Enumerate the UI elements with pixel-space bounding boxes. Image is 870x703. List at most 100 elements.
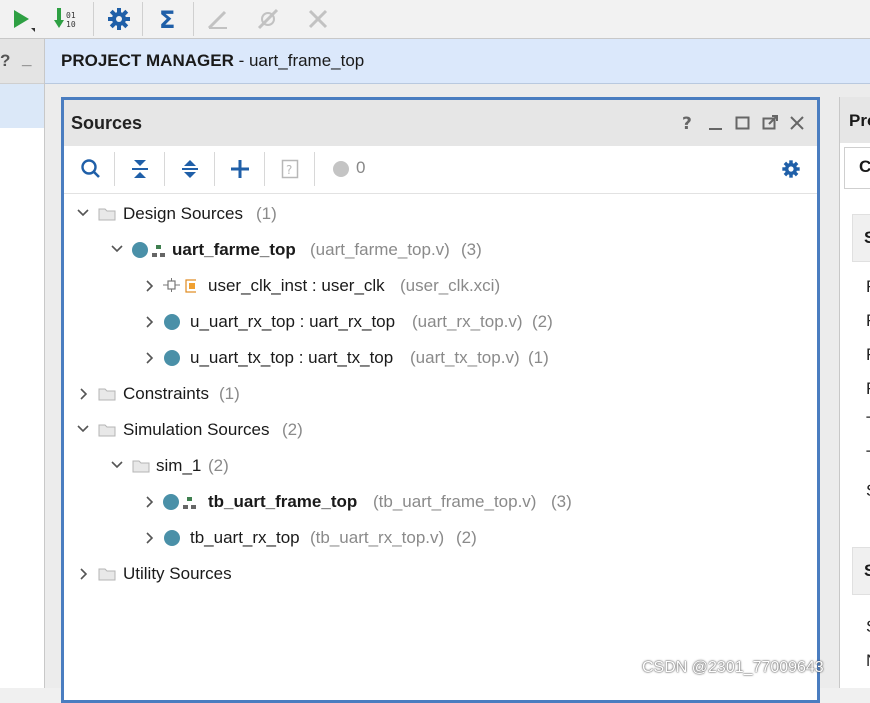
summary-item: F	[866, 379, 870, 399]
tree-node-tb-uart-rx-top[interactable]: tb_uart_rx_top (tb_uart_rx_top.v) (2)	[142, 521, 762, 555]
section-label: S	[864, 561, 870, 580]
summary-item: F	[866, 311, 870, 331]
project-summary-header: Pro	[840, 97, 870, 143]
tree-label: Simulation Sources	[123, 420, 270, 439]
tree-label: Utility Sources	[123, 564, 232, 583]
chevron-down-icon[interactable]	[76, 413, 90, 447]
svg-text:10: 10	[66, 20, 76, 29]
tree-node-user-clk-inst[interactable]: user_clk_inst : user_clk (user_clk.xci)	[142, 269, 762, 303]
close-icon[interactable]	[788, 114, 806, 132]
chevron-right-icon[interactable]	[76, 557, 90, 591]
tree-count: (3)	[461, 240, 482, 259]
svg-text:01: 01	[66, 11, 76, 20]
tree-count: (2)	[208, 456, 229, 475]
chevron-down-icon[interactable]	[110, 449, 124, 483]
overview-tab[interactable]: C	[844, 147, 870, 189]
summary-item: F	[866, 277, 870, 297]
sources-panel: Sources ? ? 0 Design Sources (1) uart_fa…	[61, 97, 820, 703]
chevron-right-icon[interactable]	[142, 485, 156, 519]
module-dot-icon	[164, 350, 180, 366]
module-dot-icon	[163, 494, 179, 510]
tree-node-utility-sources[interactable]: Utility Sources	[76, 557, 776, 591]
tree-count: (2)	[532, 312, 553, 331]
tree-node-u-uart-rx-top[interactable]: u_uart_rx_top : uart_rx_top (uart_rx_top…	[142, 305, 762, 339]
tree-label: Constraints	[123, 384, 209, 403]
tree-label: sim_1	[156, 456, 202, 475]
folder-icon	[98, 388, 116, 401]
run-icon[interactable]	[5, 4, 35, 34]
tree-count: (3)	[551, 492, 572, 511]
toolbar-separator	[164, 152, 165, 186]
svg-text:?: ?	[682, 114, 692, 132]
gear-icon[interactable]	[778, 156, 804, 182]
chevron-right-icon[interactable]	[76, 377, 90, 411]
folder-icon	[98, 568, 116, 581]
tree-file: (tb_uart_rx_top.v)	[310, 528, 445, 547]
folder-icon	[98, 424, 116, 437]
tree-node-tb-uart-frame-top[interactable]: tb_uart_frame_top (tb_uart_frame_top.v) …	[142, 485, 762, 519]
tree-file: (tb_uart_frame_top.v)	[373, 492, 537, 511]
tree-node-design-sources[interactable]: Design Sources (1)	[76, 197, 776, 231]
tree-file: (user_clk.xci)	[400, 276, 501, 295]
tree-node-uart-farme-top[interactable]: uart_farme_top (uart_farme_top.v) (3)	[110, 233, 770, 267]
folder-icon	[132, 460, 150, 473]
tree-node-constraints[interactable]: Constraints (1)	[76, 377, 776, 411]
tree-label: u_uart_rx_top : uart_rx_top	[190, 312, 396, 331]
tree-file: (uart_rx_top.v)	[412, 312, 523, 331]
chevron-down-icon[interactable]	[76, 197, 90, 231]
toolbar-separator	[114, 152, 115, 186]
tree-label: tb_uart_rx_top	[190, 528, 300, 547]
module-dot-icon	[132, 242, 148, 258]
flow-navigator-header: ? _	[0, 39, 44, 84]
page-title-project: - uart_frame_top	[233, 51, 365, 70]
maximize-icon[interactable]	[734, 114, 752, 132]
section-label: S	[864, 228, 870, 247]
tree-node-sim-1[interactable]: sim_1 (2)	[110, 449, 770, 483]
add-icon[interactable]	[227, 156, 253, 182]
tree-label: user_clk_inst : user_clk	[208, 276, 385, 295]
chevron-right-icon[interactable]	[142, 521, 156, 555]
summary-section-header[interactable]: S	[852, 547, 870, 595]
search-icon[interactable]	[78, 156, 104, 182]
minimize-button[interactable]: _	[22, 49, 31, 69]
help-button[interactable]: ?	[0, 51, 10, 71]
collapse-all-icon[interactable]	[127, 156, 153, 182]
tree-count: (1)	[219, 384, 240, 403]
tree-node-simulation-sources[interactable]: Simulation Sources (2)	[76, 413, 776, 447]
page-title: PROJECT MANAGER - uart_frame_top	[61, 51, 364, 71]
tree-node-u-uart-tx-top[interactable]: u_uart_tx_top : uart_tx_top (uart_tx_top…	[142, 341, 762, 375]
project-manager-bar: PROJECT MANAGER - uart_frame_top	[45, 39, 870, 84]
toolbar-separator	[264, 152, 265, 186]
expand-all-icon[interactable]	[177, 156, 203, 182]
summary-item: S	[866, 481, 870, 501]
flow-navigator-strip: ? _	[0, 39, 45, 688]
top-hierarchy-icon	[183, 497, 196, 509]
selected-navigator-item[interactable]	[0, 84, 44, 128]
toolbar-separator	[193, 2, 194, 36]
help-icon[interactable]: ?	[680, 114, 698, 134]
watermark-text: CSDN @2301_77009643	[642, 659, 824, 676]
bitstream-icon[interactable]: 01 10	[52, 4, 82, 34]
minimize-icon[interactable]	[707, 114, 725, 132]
tree-label: u_uart_tx_top : uart_tx_top	[190, 348, 394, 367]
toolbar-separator	[314, 152, 315, 186]
summary-section-header[interactable]: S	[852, 214, 870, 262]
sources-toolbar: ? 0	[64, 146, 817, 194]
chevron-down-icon[interactable]	[110, 233, 124, 267]
project-summary-title: Pro	[849, 111, 870, 130]
unknown-file-icon: ?	[277, 156, 303, 182]
chevron-right-icon[interactable]	[142, 341, 156, 375]
project-summary-panel: Pro C S F F F F T T S S S N	[839, 97, 870, 688]
disabled-cross-icon	[303, 4, 333, 34]
settings-gear-icon[interactable]	[104, 4, 134, 34]
chevron-right-icon[interactable]	[142, 305, 156, 339]
sigma-icon[interactable]: Σ	[153, 4, 183, 34]
toolbar-separator	[214, 152, 215, 186]
summary-item: N	[866, 651, 870, 671]
overview-tab-label: C	[859, 157, 870, 176]
float-window-icon[interactable]	[761, 114, 779, 132]
disabled-probe-icon	[253, 4, 283, 34]
summary-item: F	[866, 345, 870, 365]
top-hierarchy-icon	[152, 245, 165, 257]
chevron-right-icon[interactable]	[142, 269, 156, 303]
